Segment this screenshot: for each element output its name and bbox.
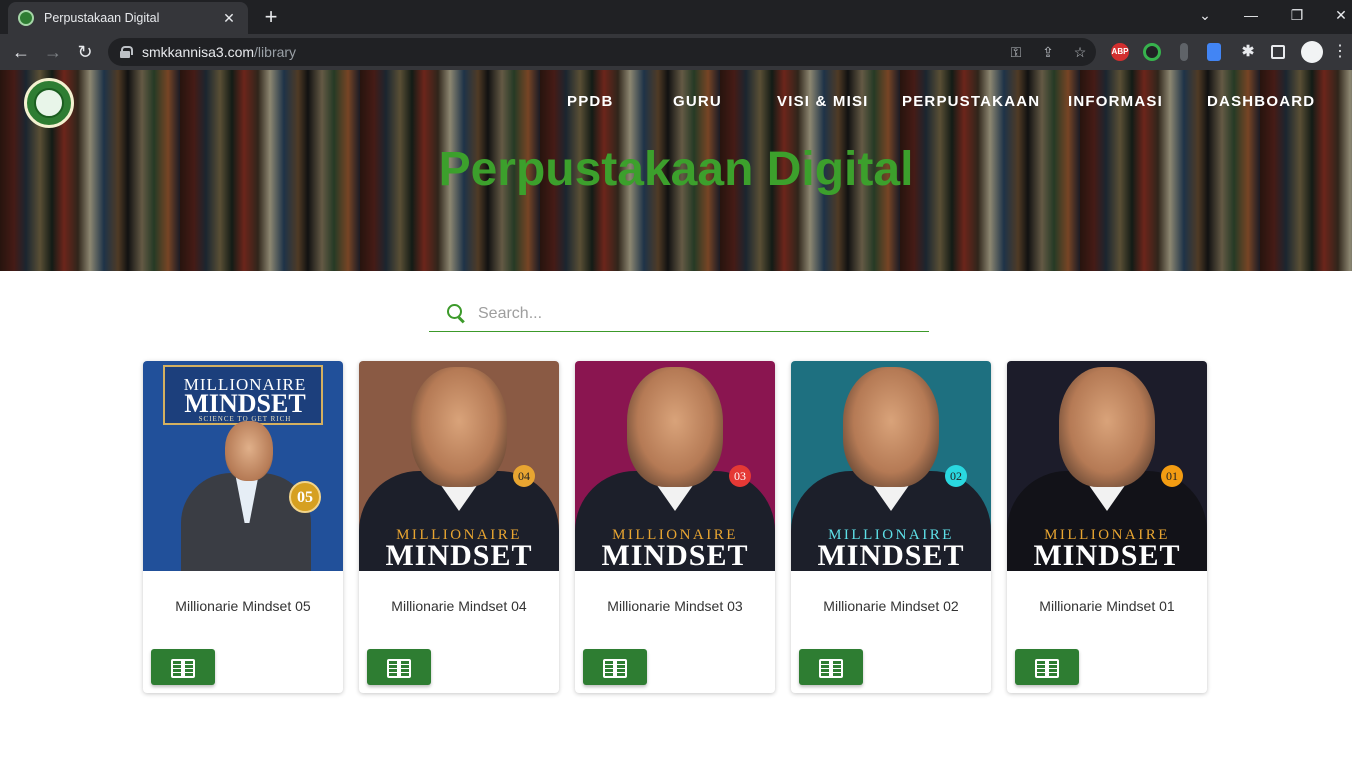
cover-text-main: MINDSET (601, 539, 749, 571)
book-cover-image[interactable]: MILLIONAIRE MINDSET SCIENCE TO GET RICH … (143, 361, 343, 571)
cover-text-main: MINDSET (385, 539, 533, 571)
read-book-button[interactable] (1015, 649, 1079, 685)
book-cover-image[interactable]: 02 MILLIONAIRE MINDSET (791, 361, 991, 571)
minimize-button[interactable]: — (1236, 4, 1266, 26)
issue-badge: 02 (945, 465, 967, 487)
browser-tab-bar: Perpustakaan Digital ✕ + ⌄ — ❐ ✕ (0, 0, 1352, 34)
book-title: Millionarie Mindset 05 (175, 598, 311, 614)
logo-emblem (34, 88, 64, 118)
maximize-button[interactable]: ❐ (1282, 4, 1312, 26)
browser-tab[interactable]: Perpustakaan Digital ✕ (8, 2, 248, 34)
open-book-icon (819, 658, 843, 678)
bookmark-star-icon[interactable]: ☆ (1070, 44, 1090, 61)
book-card: 01 MILLIONAIRE MINDSET Millionarie Minds… (1007, 361, 1207, 693)
cover-figure-face (1059, 367, 1155, 487)
tab-search-icon[interactable]: ⌄ (1190, 4, 1220, 26)
key-icon[interactable]: ⚿ (1006, 44, 1026, 61)
read-book-button[interactable] (583, 649, 647, 685)
forward-arrow-icon[interactable]: → (40, 40, 66, 64)
read-book-button[interactable] (151, 649, 215, 685)
book-title: Millionarie Mindset 03 (607, 598, 743, 614)
reload-icon[interactable]: ↻ (72, 40, 98, 64)
open-book-icon (387, 658, 411, 678)
url-path: /library (254, 44, 297, 60)
extensions-puzzle-icon[interactable]: ✱ (1239, 43, 1257, 61)
book-title: Millionarie Mindset 04 (391, 598, 527, 614)
cover-title-box: MILLIONAIRE MINDSET SCIENCE TO GET RICH (163, 365, 323, 425)
cover-text-main: MINDSET (817, 539, 965, 571)
read-book-button[interactable] (799, 649, 863, 685)
book-card: 03 MILLIONAIRE MINDSET Millionarie Minds… (575, 361, 775, 693)
issue-badge: 03 (729, 465, 751, 487)
book-title: Millionarie Mindset 01 (1039, 598, 1175, 614)
new-tab-button[interactable]: + (258, 4, 284, 30)
book-title: Millionarie Mindset 02 (823, 598, 959, 614)
school-logo[interactable] (24, 78, 74, 128)
issue-badge: 01 (1161, 465, 1183, 487)
tab-title: Perpustakaan Digital (44, 11, 160, 25)
address-bar: ← → ↻ smkkannisa3.com/library ⚿ ⇪ ☆ ABP … (0, 34, 1352, 70)
side-panel-icon[interactable] (1271, 45, 1285, 59)
nav-guru[interactable]: GURU (673, 93, 722, 110)
nav-ppdb[interactable]: PPDB (567, 93, 613, 110)
nav-visi-misi[interactable]: VISI & MISI (777, 93, 869, 110)
nav-perpustakaan[interactable]: PERPUSTAKAAN (902, 93, 1040, 110)
cover-figure-face (411, 367, 507, 487)
cover-figure-face (225, 421, 273, 481)
book-card: 04 MILLIONAIRE MINDSET Millionarie Minds… (359, 361, 559, 693)
book-cover-image[interactable]: 03 MILLIONAIRE MINDSET (575, 361, 775, 571)
adblock-extension-icon[interactable]: ABP (1111, 43, 1129, 61)
issue-badge: 05 (289, 481, 321, 513)
nav-dashboard[interactable]: DASHBOARD (1207, 93, 1315, 110)
cover-figure-face (627, 367, 723, 487)
site-favicon-icon (18, 10, 34, 26)
search-bar (429, 296, 929, 332)
search-icon (447, 304, 466, 323)
extension-pin-icon[interactable] (1180, 43, 1188, 61)
cover-figure-face (843, 367, 939, 487)
open-book-icon (603, 658, 627, 678)
book-card: MILLIONAIRE MINDSET SCIENCE TO GET RICH … (143, 361, 343, 693)
tab-close-icon[interactable]: ✕ (220, 10, 238, 27)
lock-icon[interactable] (120, 46, 133, 58)
url-field[interactable]: smkkannisa3.com/library ⚿ ⇪ ☆ (108, 38, 1096, 66)
browser-menu-icon[interactable]: ⋮ (1330, 40, 1350, 64)
nav-informasi[interactable]: INFORMASI (1068, 93, 1163, 110)
profile-avatar[interactable] (1301, 41, 1323, 63)
open-book-icon (1035, 658, 1059, 678)
extension-ring-icon[interactable] (1143, 43, 1161, 61)
issue-badge: 04 (513, 465, 535, 487)
read-book-button[interactable] (367, 649, 431, 685)
open-book-icon (171, 658, 195, 678)
close-window-button[interactable]: ✕ (1326, 4, 1352, 26)
search-input[interactable] (478, 304, 898, 323)
page-title: Perpustakaan Digital (438, 143, 914, 196)
url-host: smkkannisa3.com (142, 44, 255, 60)
book-card: 02 MILLIONAIRE MINDSET Millionarie Minds… (791, 361, 991, 693)
share-icon[interactable]: ⇪ (1038, 44, 1058, 61)
cover-text-main: MINDSET (1033, 539, 1181, 571)
extension-doc-icon[interactable] (1207, 43, 1221, 61)
back-arrow-icon[interactable]: ← (8, 40, 34, 64)
book-cover-image[interactable]: 01 MILLIONAIRE MINDSET (1007, 361, 1207, 571)
book-cover-image[interactable]: 04 MILLIONAIRE MINDSET (359, 361, 559, 571)
